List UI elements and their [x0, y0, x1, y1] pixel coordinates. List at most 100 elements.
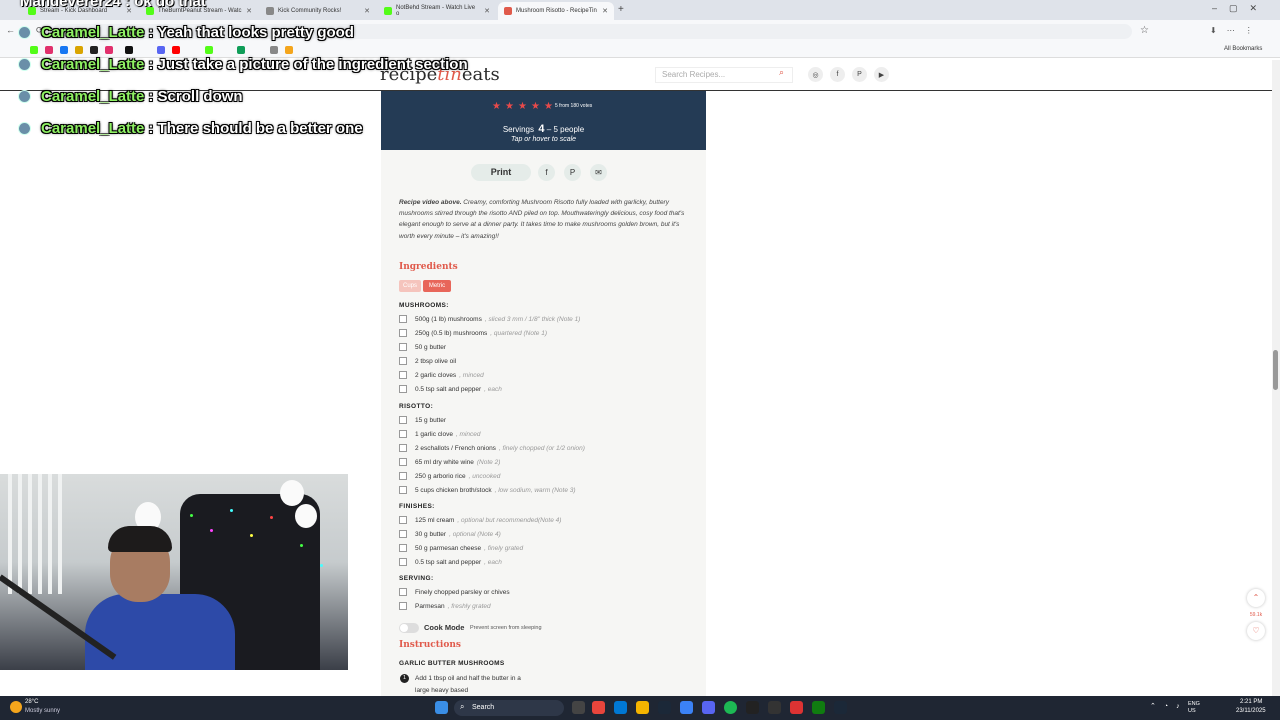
ingredient-item[interactable]: 125 ml cream, optional but recommended(N… [399, 514, 561, 526]
window-controls[interactable]: –▢✕ [1212, 3, 1269, 14]
bookmark-facebook-icon[interactable] [60, 46, 68, 54]
app-icon[interactable] [790, 701, 803, 714]
ingredient-checkbox[interactable] [399, 558, 407, 566]
star-icon[interactable]: ★ [492, 101, 501, 112]
ingredient-item[interactable]: 0.5 tsp salt and pepper, each [399, 383, 502, 395]
instagram-icon[interactable]: ◎ [808, 67, 823, 82]
ingredient-checkbox[interactable] [399, 385, 407, 393]
system-tray-icons[interactable]: ⌃◔♪ [1150, 702, 1188, 710]
unit-metric-button[interactable]: Metric [423, 280, 451, 292]
close-icon[interactable]: ✕ [602, 7, 608, 15]
ingredient-checkbox[interactable] [399, 458, 407, 466]
ingredient-checkbox[interactable] [399, 444, 407, 452]
tab-kick-community[interactable]: Kick Community Rocks! ✕ [260, 2, 376, 20]
close-icon[interactable]: ✕ [364, 7, 370, 15]
youtube-icon[interactable]: ▶ [874, 67, 889, 82]
app-icon[interactable] [768, 701, 781, 714]
ingredient-item[interactable]: 250 g arborio rice, uncooked [399, 470, 500, 482]
heart-icon[interactable]: ♡ [1247, 622, 1265, 640]
edge-icon[interactable] [614, 701, 627, 714]
app-icon[interactable] [680, 701, 693, 714]
clock-date[interactable]: 23/11/2025 [1236, 708, 1266, 714]
ingredient-checkbox[interactable] [399, 472, 407, 480]
ingredient-checkbox[interactable] [399, 530, 407, 538]
weather-description[interactable]: Mostly sunny [25, 708, 60, 714]
ingredient-item[interactable]: 5 cups chicken broth/stock, low sodium, … [399, 484, 576, 496]
ingredient-checkbox[interactable] [399, 430, 407, 438]
weather-sun-icon[interactable] [10, 701, 22, 713]
bookmark-discord-icon[interactable] [157, 46, 165, 54]
pinterest-icon[interactable]: P [852, 67, 867, 82]
start-icon[interactable] [435, 701, 448, 714]
input-language[interactable]: ENG US [1188, 701, 1200, 715]
print-button[interactable]: Print [471, 164, 531, 181]
tab-mushroom-risotto[interactable]: Mushroom Risotto - RecipeTin ✕ [498, 2, 614, 20]
discord-icon[interactable] [702, 701, 715, 714]
search-icon[interactable]: ⌕ [779, 67, 791, 81]
bookmark-sheets-icon[interactable] [237, 46, 245, 54]
ingredient-item[interactable]: 15 g butter [399, 414, 449, 426]
ingredient-checkbox[interactable] [399, 486, 407, 494]
new-tab-button[interactable]: + [618, 4, 624, 15]
ingredient-item[interactable]: Parmesan, freshly grated [399, 600, 491, 612]
steam-icon[interactable] [834, 701, 847, 714]
ingredient-checkbox[interactable] [399, 371, 407, 379]
ingredient-checkbox[interactable] [399, 416, 407, 424]
weather-temperature[interactable]: 28°C [25, 699, 38, 705]
bookmark-tiktok-icon[interactable] [125, 46, 133, 54]
facebook-share-icon[interactable]: f [538, 164, 555, 181]
bookmark-instagram-icon[interactable] [105, 46, 113, 54]
obs-icon[interactable] [746, 701, 759, 714]
ingredient-item[interactable]: 500g (1 lb) mushrooms, sliced 3 mm / 1/8… [399, 313, 580, 325]
task-view-icon[interactable] [572, 701, 585, 714]
bookmark-instagram-icon[interactable] [45, 46, 53, 54]
ingredient-item[interactable]: 50 g parmesan cheese, finely grated [399, 542, 523, 554]
bookmark-icon[interactable] [270, 46, 278, 54]
bookmark-x-icon[interactable] [90, 46, 98, 54]
steam-icon[interactable] [658, 701, 671, 714]
unit-us-button[interactable]: Cups [399, 280, 421, 292]
star-icon[interactable]: ★ [531, 101, 540, 112]
bookmark-kick-icon[interactable] [205, 46, 213, 54]
clock-time[interactable]: 2:21 PM [1240, 699, 1262, 705]
all-bookmarks[interactable]: All Bookmarks [1224, 46, 1262, 52]
ingredient-item[interactable]: 250g (0.5 lb) mushrooms, quartered (Note… [399, 327, 547, 339]
bookmark-icon[interactable] [285, 46, 293, 54]
tab-notbehd[interactable]: NotBehd Stream - Watch Live o ✕ [378, 2, 496, 20]
email-share-icon[interactable]: ✉ [590, 164, 607, 181]
ingredient-checkbox[interactable] [399, 343, 407, 351]
file-explorer-icon[interactable] [636, 701, 649, 714]
pinterest-share-icon[interactable]: P [564, 164, 581, 181]
ingredient-item[interactable]: 2 tbsp olive oil [399, 355, 459, 367]
bookmark-icon[interactable] [75, 46, 83, 54]
ingredient-checkbox[interactable] [399, 602, 407, 610]
ingredient-checkbox[interactable] [399, 516, 407, 524]
star-icon[interactable]: ★ [505, 101, 514, 112]
ingredient-item[interactable]: 50 g butter [399, 341, 449, 353]
bookmark-youtube-icon[interactable] [172, 46, 180, 54]
ingredient-checkbox[interactable] [399, 544, 407, 552]
scroll-top-icon[interactable]: ⌃ [1247, 589, 1265, 607]
star-icon[interactable]: ★ [518, 101, 527, 112]
ingredient-checkbox[interactable] [399, 329, 407, 337]
toolbar-extension-icons[interactable]: ⬇⋯⋮ [1210, 26, 1263, 35]
servings-control[interactable]: Servings 4 – 5 people [381, 123, 706, 135]
ingredient-checkbox[interactable] [399, 357, 407, 365]
spotify-icon[interactable] [724, 701, 737, 714]
chrome-icon[interactable] [592, 701, 605, 714]
ingredient-item[interactable]: 2 eschallots / French onions, finely cho… [399, 442, 585, 454]
close-icon[interactable]: ✕ [484, 7, 490, 15]
ingredient-item[interactable]: 1 garlic clove, minced [399, 428, 481, 440]
star-icon[interactable]: ★ [544, 101, 553, 112]
ingredient-item[interactable]: 0.5 tsp salt and pepper, each [399, 556, 502, 568]
ingredient-item[interactable]: 65 ml dry white wine (Note 2) [399, 456, 500, 468]
facebook-icon[interactable]: f [830, 67, 845, 82]
search-input[interactable]: Search Recipes... [655, 67, 793, 83]
close-icon[interactable]: ✕ [246, 7, 252, 15]
ingredient-item[interactable]: 2 garlic cloves, minced [399, 369, 484, 381]
cook-mode-toggle[interactable] [399, 623, 419, 633]
scrollbar-thumb[interactable] [1273, 350, 1278, 390]
ingredient-item[interactable]: 30 g butter, optional (Note 4) [399, 528, 501, 540]
taskbar-search[interactable]: Search [454, 700, 564, 716]
ingredient-checkbox[interactable] [399, 315, 407, 323]
